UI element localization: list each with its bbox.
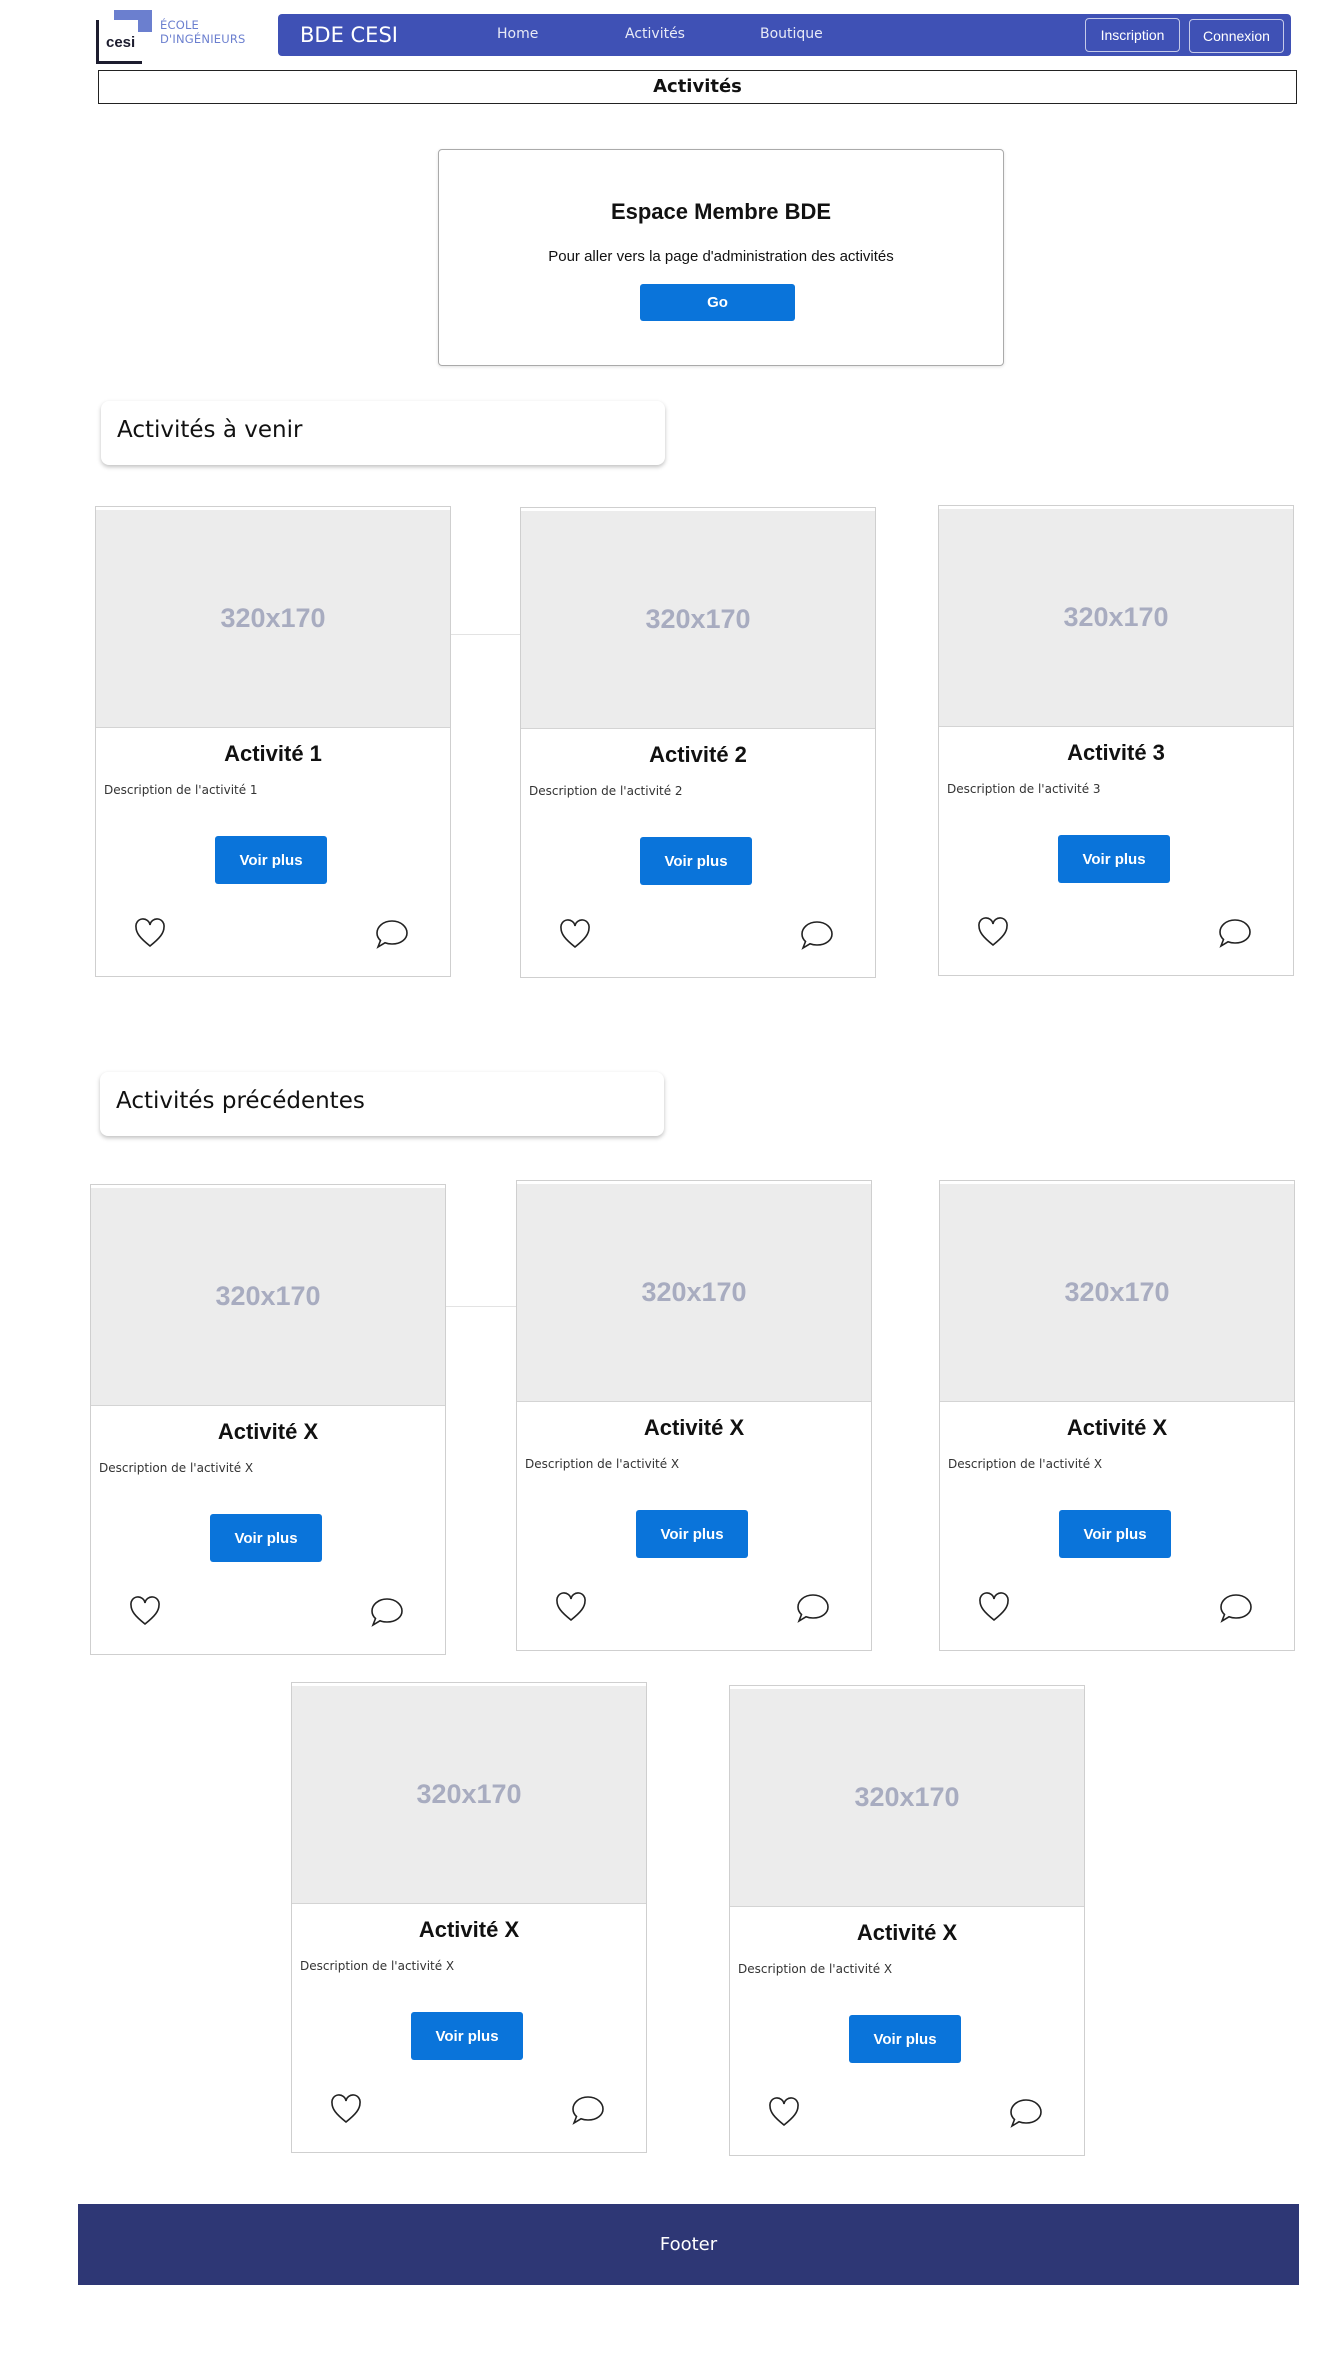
- activity-description: Description de l'activité X: [948, 1457, 1103, 1471]
- see-more-button[interactable]: Voir plus: [215, 836, 327, 884]
- login-button[interactable]: Connexion: [1189, 19, 1284, 53]
- heart-icon[interactable]: [555, 1592, 587, 1622]
- heart-icon[interactable]: [559, 919, 591, 949]
- logo-subtitle: ÉCOLE D'INGÉNIEURS: [160, 18, 246, 46]
- activity-card: 320x170 Activité X Description de l'acti…: [90, 1184, 446, 1655]
- comment-icon[interactable]: [375, 918, 409, 950]
- heart-icon[interactable]: [978, 1592, 1010, 1622]
- image-placeholder: 320x170: [730, 1689, 1084, 1907]
- activity-title: Activité 3: [1067, 740, 1165, 765]
- image-placeholder: 320x170: [517, 1184, 871, 1402]
- activity-title: Activité X: [418, 1917, 520, 1942]
- logo-mark: cesi: [106, 34, 136, 51]
- activity-card: 320x170 Activité X Description de l'acti…: [291, 1682, 647, 2153]
- logo-line-1: ÉCOLE: [160, 18, 200, 32]
- comment-icon[interactable]: [571, 2094, 605, 2126]
- activity-card: 320x170 Activité X Description de l'acti…: [939, 1180, 1295, 1651]
- activity-description: Description de l'activité 1: [104, 783, 258, 797]
- activity-title: Activité X: [217, 1419, 319, 1444]
- activity-card: 320x170 Activité X Description de l'acti…: [729, 1685, 1085, 2156]
- image-placeholder: 320x170: [940, 1184, 1294, 1402]
- heart-icon[interactable]: [330, 2094, 362, 2124]
- member-space-box: Espace Membre BDE Pour aller vers la pag…: [438, 149, 1004, 366]
- image-placeholder: 320x170: [521, 511, 875, 729]
- activity-card: 320x170 Activité 3 Description de l'acti…: [938, 505, 1294, 976]
- see-more-button[interactable]: Voir plus: [640, 837, 752, 885]
- image-placeholder: 320x170: [91, 1188, 445, 1406]
- see-more-button[interactable]: Voir plus: [210, 1514, 322, 1562]
- activity-card: 320x170 Activité 1 Description de l'acti…: [95, 506, 451, 977]
- heart-icon[interactable]: [977, 917, 1009, 947]
- logo-line-2: D'INGÉNIEURS: [160, 32, 246, 46]
- go-button[interactable]: Go: [640, 284, 795, 321]
- upcoming-heading: Activités à venir: [101, 401, 665, 465]
- comment-icon[interactable]: [1218, 917, 1252, 949]
- activity-description: Description de l'activité X: [738, 1962, 893, 1976]
- cesi-logo[interactable]: cesi ÉCOLE D'INGÉNIEURS: [96, 10, 256, 66]
- comment-icon[interactable]: [800, 919, 834, 951]
- heart-icon[interactable]: [768, 2097, 800, 2127]
- heart-icon[interactable]: [134, 918, 166, 948]
- activity-title: Activité X: [1066, 1415, 1168, 1440]
- activity-title: Activité X: [643, 1415, 745, 1440]
- navbar-brand[interactable]: BDE CESI: [300, 23, 398, 47]
- activity-description: Description de l'activité X: [99, 1461, 254, 1475]
- activity-card: 320x170 Activité X Description de l'acti…: [516, 1180, 872, 1651]
- footer: Footer: [78, 2204, 1299, 2285]
- see-more-button[interactable]: Voir plus: [1058, 835, 1170, 883]
- comment-icon[interactable]: [1219, 1592, 1253, 1624]
- image-placeholder: 320x170: [292, 1686, 646, 1904]
- member-space-description: Pour aller vers la page d'administration…: [548, 248, 894, 265]
- see-more-button[interactable]: Voir plus: [411, 2012, 523, 2060]
- nav-link-activites[interactable]: Activités: [625, 26, 685, 42]
- heart-icon[interactable]: [129, 1596, 161, 1626]
- previous-heading: Activités précédentes: [100, 1072, 664, 1136]
- activity-card: 320x170 Activité 2 Description de l'acti…: [520, 507, 876, 978]
- activity-title: Activité 1: [224, 741, 322, 766]
- activity-description: Description de l'activité X: [525, 1457, 680, 1471]
- member-space-title: Espace Membre BDE: [610, 199, 832, 224]
- activity-description: Description de l'activité 2: [529, 784, 683, 798]
- navbar: BDE CESI Home Activités Boutique Inscrip…: [278, 14, 1291, 56]
- comment-icon[interactable]: [796, 1592, 830, 1624]
- activity-title: Activité X: [856, 1920, 958, 1945]
- page-title: Activités: [98, 70, 1297, 104]
- see-more-button[interactable]: Voir plus: [849, 2015, 961, 2063]
- signup-button[interactable]: Inscription: [1085, 18, 1180, 52]
- nav-link-home[interactable]: Home: [497, 26, 538, 42]
- image-placeholder: 320x170: [96, 510, 450, 728]
- activity-description: Description de l'activité X: [300, 1959, 455, 1973]
- activity-description: Description de l'activité 3: [947, 782, 1101, 796]
- image-placeholder: 320x170: [939, 509, 1293, 727]
- divider: [446, 1306, 516, 1307]
- divider: [451, 634, 520, 635]
- nav-link-boutique[interactable]: Boutique: [760, 26, 823, 42]
- comment-icon[interactable]: [370, 1596, 404, 1628]
- activity-title: Activité 2: [649, 742, 747, 767]
- see-more-button[interactable]: Voir plus: [1059, 1510, 1171, 1558]
- comment-icon[interactable]: [1009, 2097, 1043, 2129]
- see-more-button[interactable]: Voir plus: [636, 1510, 748, 1558]
